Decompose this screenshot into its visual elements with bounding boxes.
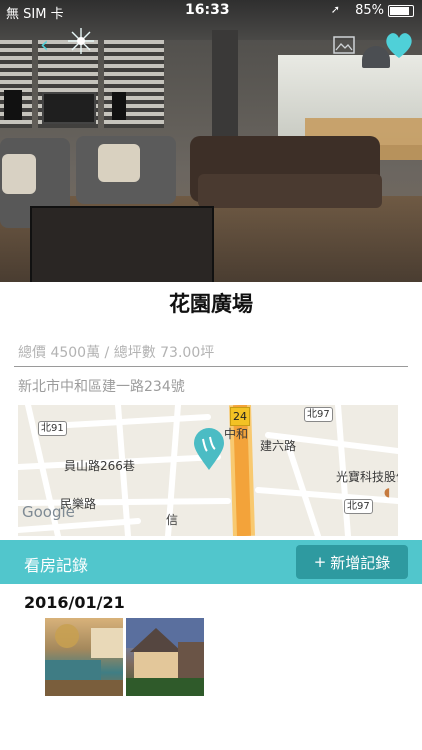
map-label-street: 員山路266巷 [64,459,135,473]
map-pin-icon[interactable] [192,427,226,471]
map-label-street: 信 [166,513,179,527]
record-photo-thumbnail[interactable] [45,618,123,696]
battery-percent: 85% [355,3,384,18]
photo-speaker [112,92,126,120]
battery-fill [390,6,409,15]
route-badge: 24 [230,407,250,426]
map-label-poi: 光寶科技股份 [336,470,398,484]
record-photo-thumbnail[interactable] [126,618,204,696]
thumbnail-art [45,624,123,696]
listing-photo[interactable] [0,0,422,282]
heart-icon[interactable] [383,30,415,60]
carrier-label: 無 SIM 卡 [6,7,64,22]
battery-indicator: 85% [355,3,414,18]
road-badge: 北91 [38,421,67,436]
add-record-label: 新增記錄 [330,553,391,572]
battery-icon [388,4,414,17]
photos-icon[interactable] [333,36,355,54]
photo-sofa-seat [198,174,382,208]
road-badge: 北97 [344,499,373,514]
map-label-street: 建六路 [260,439,297,453]
status-bar: 無 SIM 卡 16:33 ➚ 85% [0,0,422,22]
listing-title: 花園廣場 [169,292,253,316]
photo-pillow [2,154,36,194]
record-date: 2016/01/21 [24,593,125,612]
location-arrow-icon: ➚ [330,3,340,16]
photo-trunk [30,206,214,282]
photo-speaker [4,90,22,120]
records-header: 看房記錄 + 新增記錄 [0,540,422,584]
photo-tv [42,92,96,124]
thumbnail-art [126,618,204,696]
address-text: 新北市中和區建一路234號 [18,379,185,395]
back-arrow-icon[interactable]: ‹ [40,35,60,57]
map-watermark: Google [22,503,75,521]
price-area-text: 總價 4500萬 / 總坪數 73.00坪 [18,345,215,361]
divider [14,366,408,367]
add-record-button[interactable]: + 新增記錄 [296,545,408,579]
photo-pillow [98,144,140,182]
map-poi-icon: ◖ [384,485,391,499]
clock: 16:33 [185,2,230,18]
road-badge: 北97 [304,407,333,422]
sparkle-icon [68,28,94,54]
records-title: 看房記錄 [24,556,89,575]
location-map[interactable]: 24 中和 建六路 員山路266巷 民樂路 光寶科技股份 信 北91 北97 北… [18,405,398,536]
plus-icon: + [313,553,327,571]
map-label-zhonghe: 中和 [224,427,249,441]
